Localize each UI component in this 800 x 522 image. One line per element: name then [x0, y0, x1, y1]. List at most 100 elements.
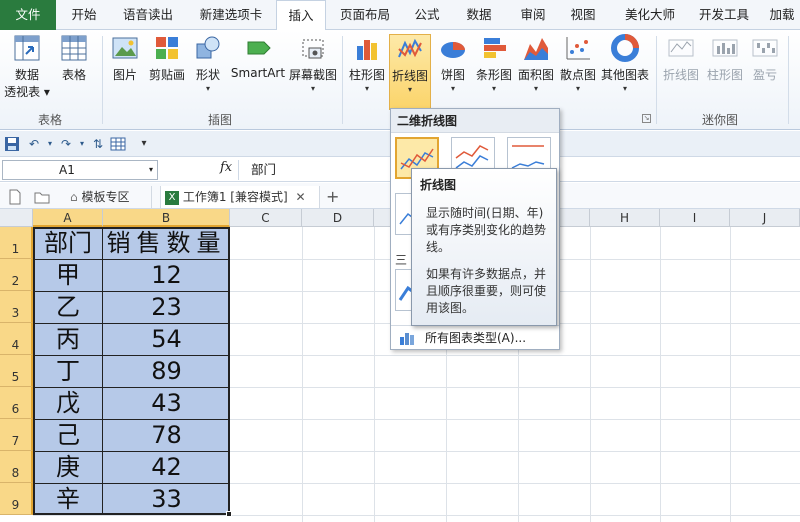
column-header-d[interactable]: D	[302, 209, 374, 227]
area-chart-button[interactable]: 面积图 ▾	[516, 34, 556, 93]
2d-line-section-title: 二维折线图	[391, 109, 559, 133]
tab-formulas[interactable]: 公式	[404, 0, 450, 30]
tab-addins[interactable]: 加载	[764, 0, 800, 30]
cell-b3[interactable]: 23	[103, 291, 230, 323]
tab-insert[interactable]: 插入	[276, 0, 326, 31]
cell-a4[interactable]: 丙	[33, 323, 103, 355]
column-header-a[interactable]: A	[33, 209, 103, 227]
column-header-i[interactable]: I	[660, 209, 730, 227]
cell-a7[interactable]: 己	[33, 419, 103, 451]
column-header-j[interactable]: J	[730, 209, 800, 227]
row-header-7[interactable]: 7	[0, 419, 33, 451]
row-header-2[interactable]: 2	[0, 259, 33, 291]
name-box[interactable]: A1 ▾	[2, 160, 158, 180]
template-tab[interactable]: ⌂ 模板专区	[62, 186, 152, 208]
sparkline-line-button[interactable]: 折线图	[660, 34, 702, 83]
tab-developer[interactable]: 开发工具	[690, 0, 758, 30]
cell-b8[interactable]: 42	[103, 451, 230, 483]
cell-a9[interactable]: 辛	[33, 483, 103, 515]
column-chart-label: 柱形图	[348, 68, 385, 82]
cell-a5[interactable]: 丁	[33, 355, 103, 387]
sparkline-column-label: 柱形图	[706, 68, 743, 82]
close-icon[interactable]: ✕	[296, 190, 306, 204]
sparkline-column-icon	[712, 39, 738, 57]
page-icon[interactable]	[8, 186, 22, 208]
fill-handle[interactable]	[226, 511, 232, 517]
row-header-1[interactable]: 1	[0, 227, 33, 259]
cell-b2[interactable]: 12	[103, 259, 230, 291]
shapes-button[interactable]: 形状 ▾	[192, 34, 224, 93]
tab-home[interactable]: 开始	[58, 0, 110, 30]
pie-chart-button[interactable]: 饼图 ▾	[436, 34, 470, 93]
tab-file[interactable]: 文件	[0, 0, 56, 30]
customize-toolbar-icon[interactable]: ▾	[136, 136, 152, 152]
cell-b4[interactable]: 54	[103, 323, 230, 355]
gridline	[374, 227, 375, 522]
cell-b6[interactable]: 43	[103, 387, 230, 419]
chevron-down-icon[interactable]: ▾	[74, 136, 90, 152]
sort-icon[interactable]: ⇅	[90, 136, 106, 152]
cell-a3[interactable]: 乙	[33, 291, 103, 323]
area-chart-label: 面积图	[517, 68, 554, 82]
cell-b1[interactable]: 销售数量	[103, 227, 230, 259]
table-button[interactable]: 表格	[56, 34, 92, 83]
tab-read-aloud[interactable]: 语音读出	[112, 0, 184, 30]
sparkline-column-button[interactable]: 柱形图	[704, 34, 746, 83]
tab-view[interactable]: 视图	[560, 0, 606, 30]
chevron-down-icon: ▾	[533, 84, 538, 93]
tab-new-tab[interactable]: 新建选项卡	[186, 0, 276, 30]
cell-b5[interactable]: 89	[103, 355, 230, 387]
row-header-8[interactable]: 8	[0, 451, 33, 483]
dialog-launcher-icon[interactable]: ↘	[642, 114, 651, 123]
row-header-9[interactable]: 9	[0, 483, 33, 515]
save-icon[interactable]	[4, 136, 20, 152]
row-header-5[interactable]: 5	[0, 355, 33, 387]
function-icon[interactable]: fx	[220, 160, 232, 175]
column-chart-icon	[357, 40, 377, 60]
folder-icon[interactable]	[34, 186, 50, 208]
all-chart-types-button[interactable]: 所有图表类型(A)...	[391, 325, 559, 349]
picture-button[interactable]: 图片	[108, 34, 142, 83]
menu-bar: 文件 开始 语音读出 新建选项卡 插入 页面布局 公式 数据 审阅 视图 美化大…	[0, 0, 800, 31]
workbook-tab[interactable]: X 工作簿1 [兼容模式] ✕	[160, 186, 320, 208]
other-charts-button[interactable]: 其他图表 ▾	[600, 34, 650, 93]
screenshot-button[interactable]: 屏幕截图 ▾	[288, 34, 338, 93]
chevron-down-icon[interactable]: ▾	[42, 136, 58, 152]
row-header-4[interactable]: 4	[0, 323, 33, 355]
smartart-icon	[247, 41, 271, 55]
tab-review[interactable]: 审阅	[508, 0, 558, 30]
clipart-button[interactable]: 剪贴画	[146, 34, 188, 83]
column-header-h[interactable]: H	[590, 209, 660, 227]
grid-icon[interactable]	[110, 136, 126, 152]
tooltip-description: 显示随时间(日期、年)或有序类别变化的趋势线。	[426, 206, 547, 254]
add-tab-icon[interactable]: +	[326, 186, 339, 208]
column-header-c[interactable]: C	[230, 209, 302, 227]
cell-b7[interactable]: 78	[103, 419, 230, 451]
cell-a1[interactable]: 部门	[33, 227, 103, 259]
scatter-chart-button[interactable]: 散点图 ▾	[558, 34, 598, 93]
pivot-table-button[interactable]: 数据 透视表 ▾	[4, 34, 50, 100]
smartart-button[interactable]: SmartArt	[230, 34, 286, 80]
cell-a2[interactable]: 甲	[33, 259, 103, 291]
undo-icon[interactable]: ↶	[26, 136, 42, 152]
column-header-b[interactable]: B	[103, 209, 230, 227]
cell-b9[interactable]: 33	[103, 483, 230, 515]
bar-chart-button[interactable]: 条形图 ▾	[474, 34, 514, 93]
chevron-down-icon: ▾	[205, 84, 210, 93]
sparkline-winloss-button[interactable]: 盈亏	[748, 34, 782, 83]
scatter-chart-icon	[566, 37, 590, 60]
cell-a6[interactable]: 戊	[33, 387, 103, 419]
pivot-table-icon	[14, 35, 40, 61]
tab-beautify[interactable]: 美化大师	[612, 0, 688, 30]
other-charts-label: 其他图表	[600, 68, 649, 82]
redo-icon[interactable]: ↷	[58, 136, 74, 152]
tab-page-layout[interactable]: 页面布局	[330, 0, 400, 30]
cell-a8[interactable]: 庚	[33, 451, 103, 483]
tab-data[interactable]: 数据	[454, 0, 504, 30]
row-header-6[interactable]: 6	[0, 387, 33, 419]
select-all-corner[interactable]	[0, 209, 33, 227]
column-chart-button[interactable]: 柱形图 ▾	[346, 34, 388, 93]
row-header-3[interactable]: 3	[0, 291, 33, 323]
chevron-down-icon[interactable]: ▾	[149, 161, 153, 179]
line-chart-button[interactable]: 折线图 ▾	[389, 34, 431, 110]
